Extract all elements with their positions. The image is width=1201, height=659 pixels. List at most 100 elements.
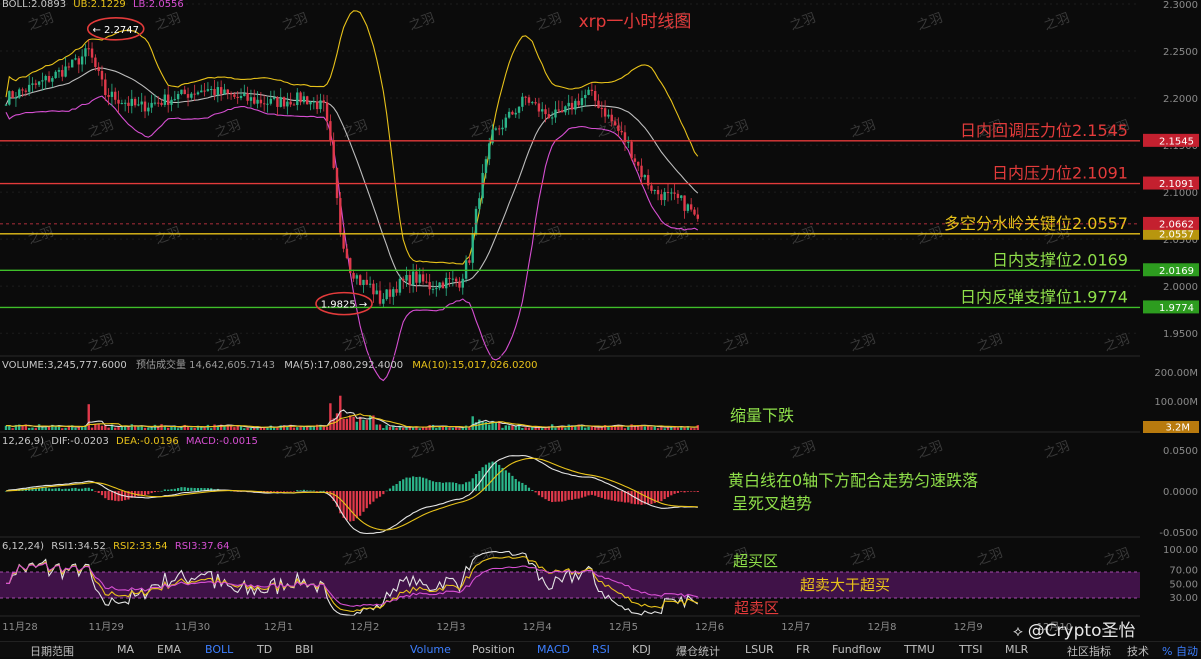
macd-bar: [408, 477, 411, 491]
toolbar-ma[interactable]: MA: [117, 643, 134, 656]
toolbar-lsur[interactable]: LSUR: [745, 643, 774, 656]
candle: [18, 87, 21, 99]
macd-bar: [74, 487, 77, 491]
macd-bar: [355, 491, 358, 519]
macd-bar: [183, 487, 186, 491]
macd-value: MACD:-0.0015: [186, 436, 258, 447]
toolbar-ema[interactable]: EMA: [157, 643, 181, 656]
candle: [488, 137, 491, 166]
macd-bar: [435, 482, 438, 491]
macd-bar: [296, 490, 299, 491]
macd-bar: [362, 491, 365, 512]
candle: [507, 108, 511, 119]
candle: [127, 96, 130, 113]
macd-bar: [551, 491, 554, 503]
macd-bar: [81, 488, 84, 491]
volume-last-tag: 3.2M: [1143, 421, 1199, 434]
volume-tick-1: 100.00M: [1154, 397, 1198, 408]
macd-bar: [289, 491, 292, 492]
toolbar-range[interactable]: 日期范围: [30, 643, 74, 659]
macd-bar: [193, 488, 196, 491]
macd-bar: [508, 472, 511, 491]
volume-bar: [246, 427, 249, 430]
candle: [74, 54, 77, 61]
macd-bar: [117, 491, 120, 502]
macd-bar: [309, 490, 312, 492]
volume-bar: [451, 427, 455, 430]
toolbar-community[interactable]: 社区指标: [1067, 643, 1111, 659]
toolbar-rsi[interactable]: RSI: [592, 643, 610, 656]
candle: [537, 97, 541, 117]
chart-title: xrp一小时线图: [579, 12, 692, 32]
candle: [34, 79, 37, 89]
toolbar-auto[interactable]: % 自动: [1162, 643, 1198, 659]
volume-bar: [253, 428, 256, 430]
toolbar-bbi[interactable]: BBI: [295, 643, 313, 656]
toolbar-ttsi[interactable]: TTSI: [959, 643, 982, 656]
toolbar-boll[interactable]: BOLL: [205, 643, 233, 656]
watermark: 之羽: [848, 546, 878, 569]
volume-bar: [210, 428, 213, 430]
toolbar-position[interactable]: Position: [472, 643, 515, 656]
watermark: 之羽: [407, 439, 437, 462]
candle: [219, 80, 223, 101]
macd-bar: [140, 491, 143, 495]
price-tick-2: 2.2000: [1163, 94, 1198, 105]
volume-bar: [345, 418, 349, 430]
macd-bar: [421, 477, 425, 491]
candle: [527, 94, 531, 106]
toolbar-ttmu[interactable]: TTMU: [904, 643, 935, 656]
toolbar-macd[interactable]: MACD: [537, 643, 570, 656]
macd-bar: [468, 481, 471, 491]
macd-bar: [554, 491, 557, 502]
candle: [408, 270, 412, 294]
toolbar-volume[interactable]: Volume: [410, 643, 451, 656]
candle: [14, 91, 18, 107]
candle: [299, 91, 302, 106]
macd-bar: [322, 490, 325, 492]
boll-mid-line: [5, 67, 699, 288]
candle: [521, 92, 524, 112]
macd-bar: [153, 491, 157, 493]
macd-bar: [600, 491, 603, 498]
xrp-hourly-chart[interactable]: 之羽 之羽 之羽 之羽 之羽 之羽 之羽 之羽 之羽之羽 之羽 之羽 之羽 之羽 之羽 之羽 之羽 之羽之羽 之羽…: [0, 0, 1201, 641]
macd-params: 12,26,9): [2, 436, 44, 447]
x-tick-10: 12月8: [867, 621, 896, 633]
candle: [97, 62, 100, 76]
rsi2-value: RSI2:33.54: [113, 541, 168, 552]
candle: [517, 105, 521, 119]
candle: [315, 94, 319, 114]
toolbar-td[interactable]: TD: [257, 643, 272, 656]
toolbar-fr[interactable]: FR: [796, 643, 810, 656]
level-label-0: 日内回调压力位2.1545: [960, 121, 1128, 140]
macd-bar: [521, 482, 524, 491]
macd-bar: [564, 491, 567, 501]
macd-bar: [44, 487, 47, 491]
toolbar-fundflow[interactable]: Fundflow: [832, 643, 881, 656]
volume-bar: [233, 427, 236, 430]
candle: [358, 274, 362, 286]
macd-dif: DIF:-0.0203: [51, 436, 109, 447]
candle: [600, 101, 603, 118]
macd-bar: [51, 488, 54, 491]
volume-bar: [296, 427, 299, 430]
macd-bar: [190, 487, 193, 491]
macd-bar: [451, 482, 454, 491]
rsi3-value: RSI3:37.64: [175, 541, 230, 552]
macd-bar: [279, 491, 282, 492]
volume-bar: [378, 424, 382, 430]
candle: [120, 99, 124, 105]
candle: [272, 90, 276, 101]
candle: [71, 59, 74, 68]
volume-bar: [630, 424, 633, 430]
candle: [47, 71, 51, 83]
toolbar-mlr[interactable]: MLR: [1005, 643, 1028, 656]
macd-bar: [604, 491, 607, 500]
candle: [296, 88, 299, 111]
candle: [210, 85, 213, 96]
toolbar-tech[interactable]: 技术: [1127, 643, 1149, 659]
toolbar-kdj[interactable]: KDJ: [632, 643, 651, 656]
toolbar-liquidation[interactable]: 爆仓统计: [676, 643, 720, 659]
candle: [630, 139, 633, 161]
volume-bar: [77, 427, 81, 430]
